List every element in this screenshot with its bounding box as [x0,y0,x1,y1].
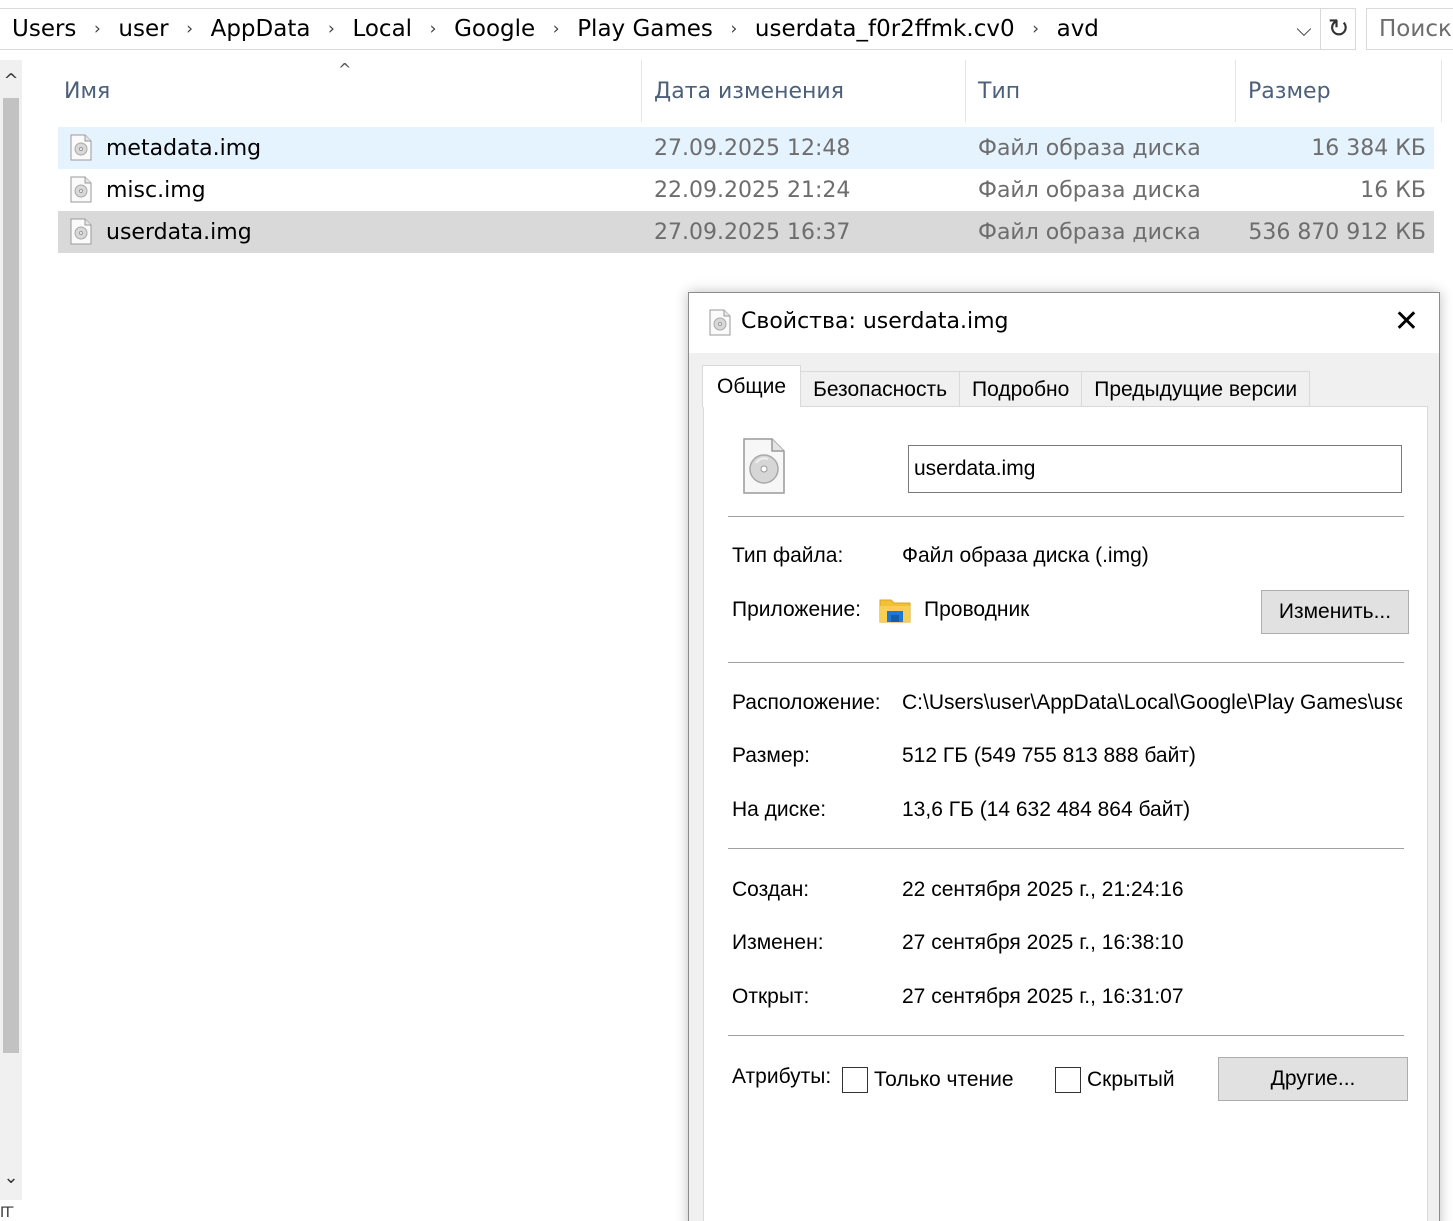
chevron-right-icon[interactable]: › [1029,19,1043,39]
sort-ascending-icon: ^ [338,60,352,79]
value-file-type: Файл образа диска (.img) [902,544,1149,567]
refresh-icon[interactable]: ↻ [1320,8,1356,50]
label-on-disk: На диске: [732,798,827,821]
dialog-title: Свойства: userdata.img [741,309,1009,334]
search-input[interactable]: Поиск [1366,8,1453,50]
file-size: 16 КБ [1360,177,1426,203]
filename-field[interactable] [908,445,1402,493]
file-row[interactable]: metadata.img 27.09.2025 12:48 Файл образ… [58,127,1434,169]
column-header-date[interactable]: Дата изменения [648,60,966,122]
file-type: Файл образа диска [978,177,1201,203]
file-type: Файл образа диска [978,219,1201,245]
value-application: Проводник [924,598,1030,621]
value-accessed: 27 сентября 2025 г., 16:31:07 [902,985,1184,1008]
change-button[interactable]: Изменить... [1261,590,1409,634]
file-name: misc.img [106,177,206,203]
value-location: C:\Users\user\AppData\Local\Google\Play … [902,691,1402,714]
tab-previous-versions[interactable]: Предыдущие версии [1081,371,1311,407]
divider [728,516,1404,517]
disk-image-file-icon [709,309,731,336]
chevron-down-icon[interactable]: ⌵ [1290,8,1318,50]
divider [728,1035,1404,1036]
divider [728,662,1404,663]
file-size: 536 870 912 КБ [1248,219,1426,245]
chevron-right-icon[interactable]: › [90,19,104,39]
breadcrumb-item-play-games[interactable]: Play Games [563,16,727,42]
tab-general[interactable]: Общие [702,365,802,407]
readonly-checkbox[interactable]: Только чтение [842,1067,1014,1093]
breadcrumb-item-users[interactable]: Users [0,16,90,42]
file-name: metadata.img [106,135,262,161]
file-date: 27.09.2025 16:37 [654,219,851,245]
chevron-right-icon[interactable]: › [183,19,197,39]
breadcrumb[interactable]: Users › user › AppData › Local › Google … [0,8,1356,50]
file-row[interactable]: userdata.img 27.09.2025 16:37 Файл образ… [58,211,1434,253]
advanced-attributes-button[interactable]: Другие... [1218,1057,1408,1101]
readonly-label: Только чтение [874,1068,1014,1091]
vertical-scrollbar[interactable]: ^ ⌄ [0,60,22,1200]
tab-details[interactable]: Подробно [959,371,1083,407]
chevron-right-icon[interactable]: › [324,19,338,39]
scrollbar-thumb[interactable] [3,98,19,1053]
properties-dialog: Свойства: userdata.img ✕ Общие Безопасно… [688,292,1440,1221]
scroll-up-icon[interactable]: ^ [0,70,22,91]
file-type: Файл образа диска [978,135,1201,161]
file-date: 22.09.2025 21:24 [654,177,851,203]
file-row[interactable]: misc.img 22.09.2025 21:24 Файл образа ди… [58,169,1434,211]
file-name: userdata.img [106,219,252,245]
label-location: Расположение: [732,691,881,714]
label-size: Размер: [732,744,811,767]
chevron-right-icon[interactable]: › [727,19,741,39]
disk-image-file-icon [743,438,785,494]
label-application: Приложение: [732,598,862,621]
column-header-type[interactable]: Тип [972,60,1236,122]
scroll-down-icon[interactable]: ⌄ [0,1167,22,1188]
breadcrumb-item-local[interactable]: Local [338,16,426,42]
label-modified: Изменен: [732,931,824,954]
file-explorer-icon [879,599,911,623]
breadcrumb-item-appdata[interactable]: AppData [197,16,325,42]
disk-image-file-icon [70,218,92,245]
checkbox-box[interactable] [1055,1067,1081,1093]
breadcrumb-item-userdata-folder[interactable]: userdata_f0r2ffmk.cv0 [741,16,1029,42]
breadcrumb-item-google[interactable]: Google [440,16,549,42]
address-bar: Users › user › AppData › Local › Google … [0,0,1453,58]
value-modified: 27 сентября 2025 г., 16:38:10 [902,931,1184,954]
tab-panel-general: Тип файла: Файл образа диска (.img) Прил… [703,406,1428,1221]
dialog-titlebar[interactable]: Свойства: userdata.img ✕ [689,293,1439,353]
label-attributes: Атрибуты: [732,1065,832,1088]
value-on-disk: 13,6 ГБ (14 632 484 864 байт) [902,798,1191,821]
disk-image-file-icon [70,176,92,203]
value-size: 512 ГБ (549 755 813 888 байт) [902,744,1196,767]
label-created: Создан: [732,878,810,901]
breadcrumb-item-user[interactable]: user [104,16,182,42]
checkbox-box[interactable] [842,1067,868,1093]
divider [728,848,1404,849]
hidden-checkbox[interactable]: Скрытый [1055,1067,1175,1093]
file-date: 27.09.2025 12:48 [654,135,851,161]
column-header-size[interactable]: Размер [1242,60,1442,122]
value-created: 22 сентября 2025 г., 21:24:16 [902,878,1184,901]
breadcrumb-item-avd[interactable]: avd [1043,16,1113,42]
column-header-row: Имя ^ Дата изменения Тип Размер [58,60,1453,122]
close-icon[interactable]: ✕ [1394,305,1419,339]
status-bar-fragment: ΓΓ [0,1205,14,1221]
chevron-right-icon[interactable]: › [426,19,440,39]
chevron-right-icon[interactable]: › [549,19,563,39]
file-size: 16 384 КБ [1311,135,1426,161]
label-accessed: Открыт: [732,985,810,1008]
hidden-label: Скрытый [1087,1068,1175,1091]
label-file-type: Тип файла: [732,544,844,567]
disk-image-file-icon [70,134,92,161]
tab-security[interactable]: Безопасность [800,371,961,407]
tab-bar: Общие Безопасность Подробно Предыдущие в… [702,365,1311,407]
